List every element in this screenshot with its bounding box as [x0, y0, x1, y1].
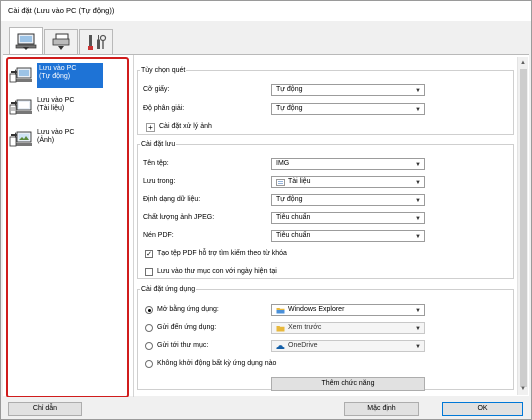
send-to-folder-radio[interactable]: [145, 342, 153, 350]
scan-options-legend: Tùy chọn quét: [141, 67, 186, 74]
save-in-select[interactable]: Tài liệu ▼: [271, 176, 425, 188]
save-to-pc-document-icon: [9, 99, 32, 115]
do-not-start-radio[interactable]: [145, 360, 153, 368]
save-in-label: Lưu trong:: [143, 178, 176, 185]
send-to-folder-value: OneDrive: [288, 342, 318, 349]
defaults-button[interactable]: Mặc định: [344, 402, 419, 416]
open-with-value: Windows Explorer: [288, 306, 345, 313]
mode-label-document: Lưu vào PC (Tài liệu): [37, 97, 75, 112]
chevron-down-icon: ▼: [415, 107, 421, 113]
paper-size-label: Cỡ giấy:: [143, 86, 170, 93]
tab-strip: [1, 21, 531, 55]
jpeg-quality-label: Chất lượng ảnh JPEG:: [143, 214, 215, 221]
file-name-value: IMG: [276, 160, 290, 167]
ok-button[interactable]: OK: [442, 402, 523, 416]
pdf-compression-value: Tiêu chuẩn: [276, 232, 311, 239]
folder-icon: [276, 325, 285, 331]
send-to-folder-label: Gửi tới thư mục:: [157, 342, 209, 349]
subfolder-checkbox[interactable]: [145, 268, 153, 276]
settings-content: Lưu vào PC (Tự động) Lưu vào PC (Tài liệ…: [3, 54, 529, 398]
panel-divider: [133, 55, 134, 397]
open-with-label: Mở bằng ứng dụng:: [157, 306, 219, 313]
scrollbar-thumb[interactable]: [520, 69, 527, 387]
open-with-radio[interactable]: [145, 306, 153, 314]
scan-from-panel-icon: [52, 33, 70, 50]
chevron-down-icon: ▼: [415, 308, 421, 314]
documents-folder-icon: [276, 178, 285, 186]
send-to-app-label: Gửi đến ứng dụng:: [157, 324, 217, 331]
send-to-app-radio[interactable]: [145, 324, 153, 332]
window-title: Cài đặt (Lưu vào PC (Tự động)): [8, 6, 115, 15]
pdf-compression-label: Nén PDF:: [143, 232, 174, 239]
chevron-down-icon: ▼: [415, 234, 421, 240]
chevron-down-icon: ▼: [415, 198, 421, 204]
title-bar: Cài đặt (Lưu vào PC (Tự động)): [1, 1, 531, 21]
settings-dialog: Cài đặt (Lưu vào PC (Tự động)) Lưu vào P…: [0, 0, 532, 420]
jpeg-quality-value: Tiêu chuẩn: [276, 214, 311, 221]
save-settings-group: Cài đặt lưu Tên tệp: IMG ▼ Lưu trong: Tà…: [137, 141, 514, 279]
pdf-compression-select[interactable]: Tiêu chuẩn ▼: [271, 230, 425, 242]
scroll-down-icon[interactable]: ▼: [518, 384, 528, 394]
send-to-app-value: Xem trước: [288, 324, 322, 331]
tab-scan-from-computer[interactable]: [9, 27, 43, 55]
chevron-down-icon: ▼: [415, 344, 421, 350]
mode-label-photo: Lưu vào PC (Ảnh): [37, 129, 75, 144]
chevron-down-icon: ▼: [415, 88, 421, 94]
instructions-button[interactable]: Chỉ dẫn: [8, 402, 82, 416]
save-to-pc-auto-icon: [9, 67, 32, 83]
jpeg-quality-select[interactable]: Tiêu chuẩn ▼: [271, 212, 425, 224]
chevron-down-icon: ▼: [415, 326, 421, 332]
scan-options-group: Tùy chọn quét Cỡ giấy: Tự động ▼ Độ phân…: [137, 67, 514, 135]
send-to-app-select[interactable]: Xem trước ▼: [271, 322, 425, 334]
chevron-down-icon: ▼: [415, 216, 421, 222]
mode-item-document[interactable]: Lưu vào PC (Tài liệu): [9, 95, 127, 123]
file-name-label: Tên tệp:: [143, 160, 169, 167]
mode-label-auto: Lưu vào PC (Tự động): [37, 63, 103, 88]
subfolder-label: Lưu vào thư mục con với ngày hiện tại: [157, 268, 277, 275]
save-settings-legend: Cài đặt lưu: [141, 141, 176, 148]
vertical-scrollbar[interactable]: ▲ ▼: [517, 57, 528, 395]
scroll-up-icon[interactable]: ▲: [518, 58, 528, 68]
save-in-value: Tài liệu: [288, 178, 311, 185]
app-settings-group: Cài đặt ứng dụng Mở bằng ứng dụng: Windo…: [137, 286, 514, 391]
tab-general-settings[interactable]: [79, 29, 113, 54]
image-settings-label: Cài đặt xử lý ảnh: [159, 123, 212, 130]
data-format-value: Tự động: [276, 196, 303, 203]
dialog-footer: Chỉ dẫn Mặc định OK: [1, 397, 531, 419]
resolution-value: Tự động: [276, 105, 303, 112]
expand-image-settings-button[interactable]: +: [146, 123, 155, 132]
general-settings-icon: [88, 34, 107, 50]
chevron-down-icon: ▼: [415, 162, 421, 168]
paper-size-select[interactable]: Tự động ▼: [271, 84, 425, 96]
resolution-label: Độ phân giải:: [143, 105, 185, 112]
file-name-select[interactable]: IMG ▼: [271, 158, 425, 170]
windows-explorer-icon: [276, 307, 285, 313]
keyword-pdf-checkbox[interactable]: ✓: [145, 250, 153, 258]
open-with-select[interactable]: Windows Explorer ▼: [271, 304, 425, 316]
app-settings-legend: Cài đặt ứng dụng: [141, 286, 196, 293]
send-to-folder-select[interactable]: OneDrive ▼: [271, 340, 425, 352]
keyword-pdf-label: Tạo tệp PDF hỗ trợ tìm kiếm theo từ khóa: [157, 250, 287, 257]
scan-from-computer-icon: [15, 33, 37, 50]
mode-item-auto[interactable]: Lưu vào PC (Tự động): [9, 63, 127, 91]
mode-item-photo[interactable]: Lưu vào PC (Ảnh): [9, 127, 127, 155]
paper-size-value: Tự động: [276, 86, 303, 93]
chevron-down-icon: ▼: [415, 180, 421, 186]
add-function-button[interactable]: Thêm chức năng: [271, 377, 425, 391]
save-to-pc-photo-icon: [9, 131, 32, 147]
resolution-select[interactable]: Tự động ▼: [271, 103, 425, 115]
do-not-start-label: Không khởi động bất kỳ ứng dụng nào: [157, 360, 277, 367]
tab-scan-from-panel[interactable]: [44, 29, 78, 54]
data-format-label: Định dạng dữ liệu:: [143, 196, 201, 203]
onedrive-icon: [276, 344, 285, 349]
data-format-select[interactable]: Tự động ▼: [271, 194, 425, 206]
